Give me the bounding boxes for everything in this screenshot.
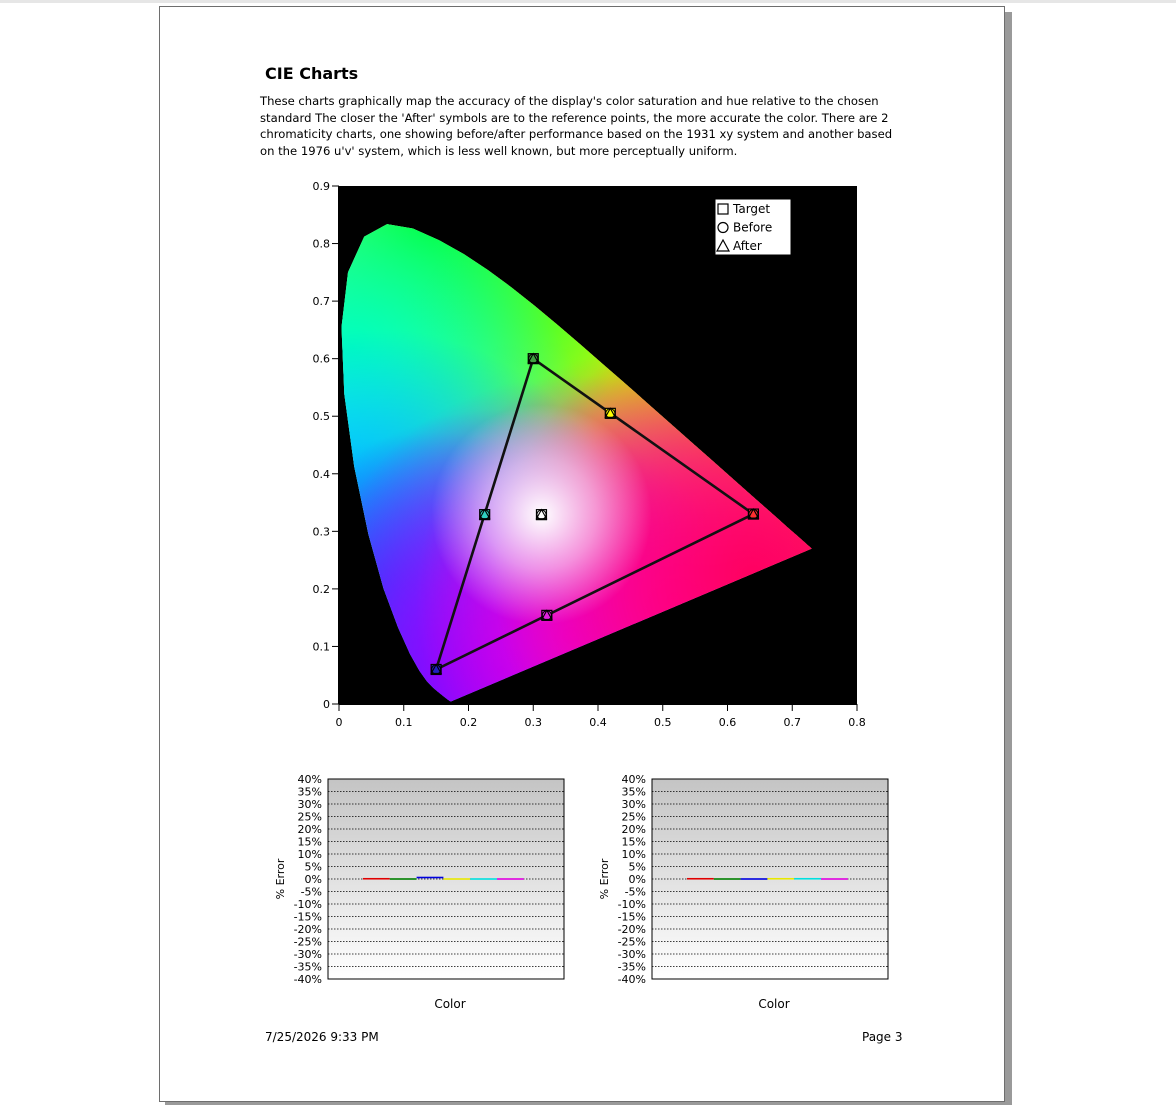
y-tick-label: 5% [305, 861, 322, 874]
y-tick-label: 0.9 [313, 180, 331, 193]
bar-blue [740, 878, 768, 880]
y-tick-label: 20% [622, 823, 646, 836]
bar-cyan [794, 877, 821, 880]
y-tick-label: 10% [298, 848, 322, 861]
error-bar-chart-left: 40%35%30%25%20%15%10%5%0%-5%-10%-15%-20%… [274, 773, 565, 1011]
y-tick-label: -5% [625, 886, 646, 899]
legend-label: Before [733, 221, 772, 235]
x-tick-label: 0 [336, 716, 343, 729]
error-bar-chart-right: 40%35%30%25%20%15%10%5%0%-5%-10%-15%-20%… [598, 773, 889, 1011]
y-tick-label: -25% [618, 936, 646, 949]
y-tick-label: 20% [298, 823, 322, 836]
page-description: These charts graphically map the accurac… [260, 94, 893, 158]
x-tick-label: 0.3 [525, 716, 543, 729]
bar-yellow [443, 878, 471, 880]
y-tick-label: 0 [323, 698, 330, 711]
viewer-top-strip [0, 0, 1176, 3]
y-tick-label: 15% [298, 836, 322, 849]
y-tick-label: -5% [301, 886, 322, 899]
y-tick-label: 0.5 [313, 410, 331, 423]
y-tick-label: -30% [294, 948, 322, 961]
y-tick-label: 25% [622, 811, 646, 824]
y-tick-label: -15% [294, 911, 322, 924]
bar-magenta [497, 878, 524, 880]
report-page: CIE Charts These charts graphically map … [159, 6, 1005, 1102]
y-tick-label: -15% [618, 911, 646, 924]
x-tick-label: 0.1 [395, 716, 413, 729]
x-tick-label: 0.8 [848, 716, 866, 729]
x-tick-label: 0.7 [784, 716, 802, 729]
y-tick-label: -40% [618, 973, 646, 986]
y-tick-label: -30% [618, 948, 646, 961]
y-axis-label: % Error [598, 858, 611, 899]
footer-page-number: Page 3 [862, 1030, 903, 1044]
legend-label: After [733, 239, 762, 253]
page-title: CIE Charts [265, 64, 359, 83]
y-tick-label: -35% [618, 961, 646, 974]
x-tick-label: 0.2 [460, 716, 478, 729]
x-tick-label: 0.6 [719, 716, 737, 729]
bar-blue [416, 876, 444, 879]
y-tick-label: 35% [622, 786, 646, 799]
y-tick-label: 40% [298, 773, 322, 786]
legend-label: Target [732, 202, 770, 216]
y-tick-label: 30% [622, 798, 646, 811]
y-tick-label: 0.1 [313, 640, 331, 653]
y-tick-label: -20% [618, 923, 646, 936]
bar-magenta [821, 878, 848, 880]
x-tick-label: 0.5 [654, 716, 672, 729]
y-tick-label: 0.7 [313, 295, 331, 308]
y-tick-label: 15% [622, 836, 646, 849]
y-tick-label: 10% [622, 848, 646, 861]
bar-green [389, 878, 417, 880]
y-tick-label: 25% [298, 811, 322, 824]
y-tick-label: -25% [294, 936, 322, 949]
y-tick-label: 0% [305, 873, 322, 886]
y-tick-label: 30% [298, 798, 322, 811]
cie-1931-chart: 0 0.1 0.2 0.3 0.4 0.5 0.6 0.7 0.8 0.9 0 0.1 0.2 0.3 0.… [313, 180, 866, 729]
bar-red [363, 877, 390, 880]
x-axis-label: Color [758, 997, 789, 1011]
y-tick-label: 0.4 [313, 468, 331, 481]
x-tick-label: 0.4 [589, 716, 607, 729]
y-tick-label: 0.6 [313, 353, 331, 366]
y-tick-label: -40% [294, 973, 322, 986]
x-axis-label: Color [434, 997, 465, 1011]
y-tick-label: 5% [629, 861, 646, 874]
y-tick-label: 35% [298, 786, 322, 799]
y-tick-label: -20% [294, 923, 322, 936]
y-tick-label: -10% [618, 898, 646, 911]
bar-green [713, 878, 741, 880]
y-tick-label: -35% [294, 961, 322, 974]
y-tick-label: 0.3 [313, 525, 331, 538]
y-tick-label: 40% [622, 773, 646, 786]
y-tick-label: 0.8 [313, 238, 331, 251]
y-tick-label: 0% [629, 873, 646, 886]
y-axis-label: % Error [274, 858, 287, 899]
y-tick-label: -10% [294, 898, 322, 911]
footer-date: 7/25/2026 9:33 PM [265, 1030, 379, 1044]
bar-red [687, 877, 714, 880]
bar-cyan [470, 878, 497, 880]
y-tick-label: 0.2 [313, 583, 331, 596]
bar-yellow [767, 877, 795, 880]
